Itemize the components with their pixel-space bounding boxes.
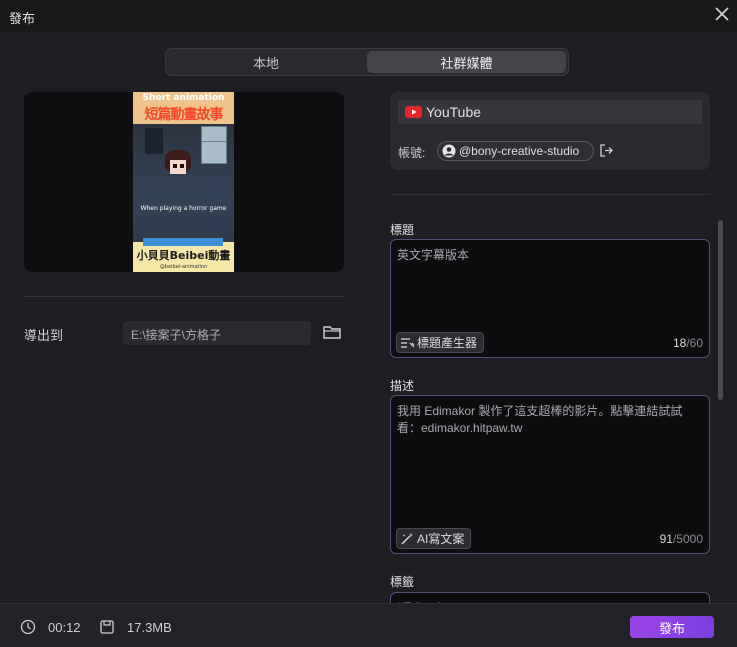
description-label: 描述 bbox=[390, 379, 415, 393]
title-field[interactable]: 英文字幕版本 標題產生器 18/60 bbox=[390, 239, 710, 358]
description-input[interactable]: 我用 Edimakor 製作了這支超棒的影片。點擊連結試試看：edimakor.… bbox=[397, 403, 701, 437]
tags-label: 標籤 bbox=[390, 575, 415, 589]
title-char-count: 18 bbox=[672, 336, 687, 350]
title-char-max: /60 bbox=[686, 336, 703, 350]
folder-icon[interactable] bbox=[322, 323, 342, 341]
thumbnail-handle: @beibei-animation bbox=[159, 264, 208, 270]
close-icon[interactable] bbox=[713, 5, 731, 23]
title-input[interactable]: 英文字幕版本 bbox=[397, 247, 701, 264]
description-char-count: 91 bbox=[659, 532, 673, 546]
left-divider bbox=[24, 296, 344, 297]
account-name: @bony-creative-studio bbox=[459, 144, 580, 158]
fridge-drawing bbox=[201, 126, 227, 164]
door-drawing bbox=[145, 128, 163, 154]
export-path-field[interactable]: E:\接案子\方格子 bbox=[123, 321, 311, 345]
thumbnail-caption: When playing a horror game bbox=[140, 205, 227, 212]
video-duration: 00:12 bbox=[48, 620, 81, 635]
footer-bar: 00:12 17.3MB 發布 bbox=[0, 603, 737, 647]
tab-bar: 本地 社群媒體 bbox=[165, 48, 569, 76]
platform-account-card: YouTube 帳號: @bony-creative-studio bbox=[390, 92, 710, 170]
title-label: 標題 bbox=[390, 223, 415, 237]
tab-social-media[interactable]: 社群媒體 bbox=[367, 51, 566, 73]
character-eye-left bbox=[173, 164, 177, 168]
right-divider bbox=[390, 194, 710, 195]
thumbnail-line1: Short animation bbox=[142, 93, 225, 103]
account-label: 帳號: bbox=[398, 146, 426, 160]
title-generator-button[interactable]: 標題產生器 bbox=[396, 332, 485, 353]
title-char-counter: 18/60 bbox=[673, 336, 703, 350]
publish-button[interactable]: 發布 bbox=[630, 616, 714, 638]
video-thumbnail: Short animation 短篇動畫故事 When playing a ho… bbox=[133, 92, 234, 272]
thumbnail-brand: 小貝貝Beibei動畫 bbox=[136, 249, 231, 262]
ai-copywriting-label: AI寫文案 bbox=[417, 532, 465, 546]
title-generator-label: 標題產生器 bbox=[417, 336, 478, 350]
description-char-max: /5000 bbox=[672, 532, 703, 546]
account-chip[interactable]: @bony-creative-studio bbox=[437, 141, 594, 161]
clock-icon bbox=[20, 619, 36, 635]
tab-local[interactable]: 本地 bbox=[168, 51, 364, 73]
character-eye-right bbox=[180, 164, 184, 168]
description-char-counter: 91/5000 bbox=[660, 532, 703, 546]
thumbnail-line2: 短篇動畫故事 bbox=[144, 107, 224, 123]
ai-copywriting-button[interactable]: AI寫文案 bbox=[396, 528, 472, 549]
magic-wand-icon bbox=[401, 533, 414, 545]
window-title: 發布 bbox=[9, 11, 36, 26]
thumbnail-badge bbox=[143, 238, 223, 246]
description-field[interactable]: 我用 Edimakor 製作了這支超棒的影片。點擊連結試試看：edimakor.… bbox=[390, 395, 710, 554]
file-size: 17.3MB bbox=[127, 620, 172, 635]
youtube-icon bbox=[405, 106, 422, 118]
platform-selector[interactable]: YouTube bbox=[398, 100, 702, 124]
title-bar: 發布 bbox=[0, 0, 737, 32]
platform-name: YouTube bbox=[426, 104, 482, 120]
logout-icon[interactable] bbox=[599, 143, 614, 158]
video-preview[interactable]: Short animation 短篇動畫故事 When playing a ho… bbox=[24, 92, 344, 272]
scrollbar-thumb[interactable] bbox=[718, 220, 723, 400]
user-icon bbox=[442, 144, 456, 158]
export-label: 導出到 bbox=[24, 328, 64, 343]
title-generator-icon bbox=[401, 338, 415, 348]
file-size-icon bbox=[100, 620, 114, 634]
